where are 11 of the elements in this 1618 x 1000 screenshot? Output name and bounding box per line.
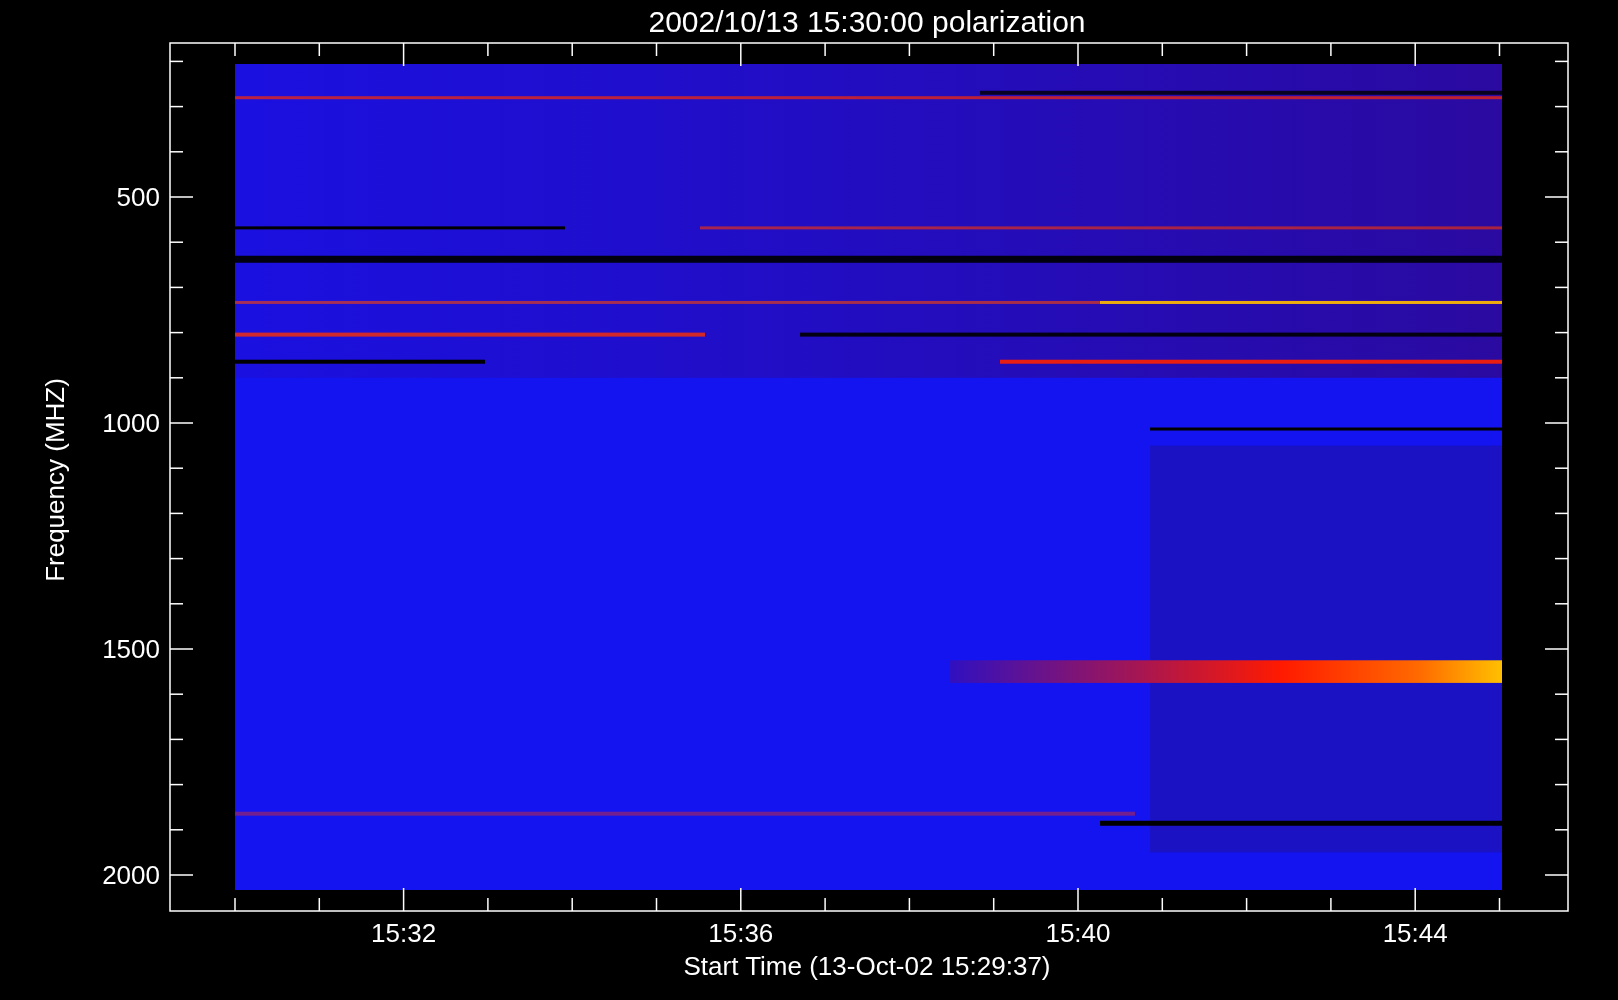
tick-label: 1000 — [102, 408, 160, 438]
axis-label: Frequency (MHZ) — [40, 378, 70, 582]
tick-label: 15:44 — [1382, 918, 1448, 948]
tick-label: 2000 — [102, 860, 160, 890]
chart-title: 2002/10/13 15:30:00 polarization — [648, 5, 1086, 38]
tick-label: 15:32 — [371, 918, 437, 948]
tick-label: 15:36 — [708, 918, 774, 948]
tick-label: 500 — [116, 182, 160, 212]
axis-label: Start Time (13-Oct-02 15:29:37) — [683, 951, 1051, 981]
tick-label: 1500 — [102, 634, 160, 664]
tick-label: 15:40 — [1045, 918, 1111, 948]
